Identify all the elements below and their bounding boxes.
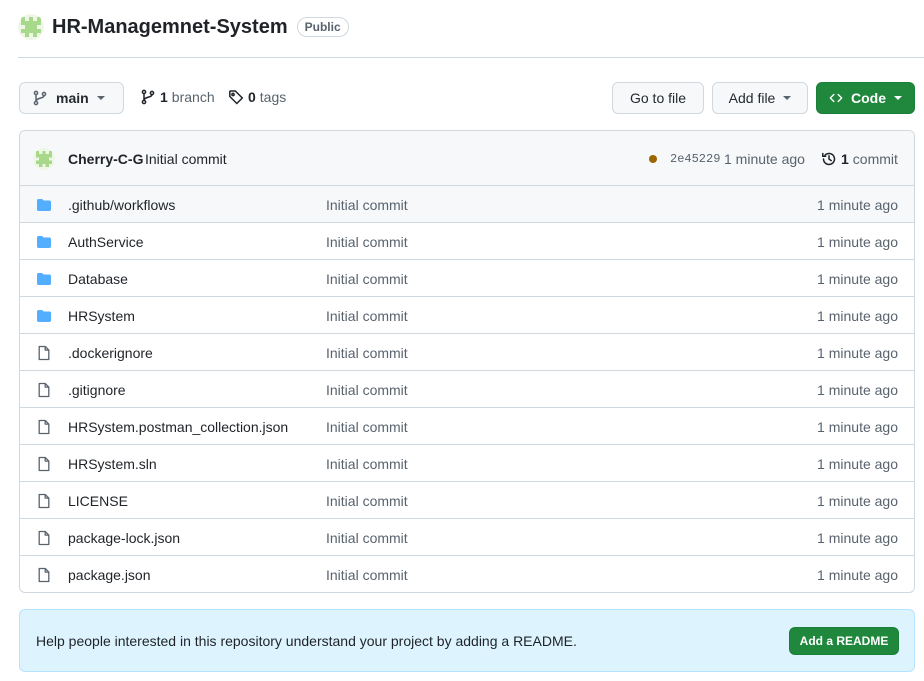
git-branch-icon [141, 89, 155, 105]
code-button[interactable]: Code [816, 82, 915, 114]
file-icon [36, 382, 52, 398]
repo-owner-avatar[interactable] [18, 14, 44, 40]
folder-icon [36, 271, 52, 287]
file-icon [36, 345, 52, 361]
file-name-link[interactable]: .github/workflows [68, 197, 175, 213]
tag-count: 0 [248, 89, 256, 105]
file-list: .github/workflows Initial commit 1 minute … [20, 186, 914, 592]
file-commit-message[interactable]: Initial commit [326, 419, 408, 435]
readme-banner: Help people interested in this repositor… [19, 609, 915, 672]
readme-prompt-text: Help people interested in this repositor… [36, 633, 577, 649]
file-commit-time: 1 minute ago [817, 234, 898, 250]
commit-time: 1 minute ago [724, 151, 805, 167]
file-row[interactable]: LICENSE Initial commit 1 minute ago [20, 482, 914, 519]
file-icon [36, 567, 52, 583]
code-label: Code [851, 90, 886, 106]
file-commit-time: 1 minute ago [817, 567, 898, 583]
chevron-down-icon [894, 96, 902, 100]
file-name-link[interactable]: package-lock.json [68, 530, 180, 546]
file-icon [36, 419, 52, 435]
file-name-link[interactable]: HRSystem.postman_collection.json [68, 419, 288, 435]
file-name-link[interactable]: HRSystem.sln [68, 456, 157, 472]
file-row[interactable]: HRSystem Initial commit 1 minute ago [20, 297, 914, 334]
repo-title[interactable]: HR-Managemnet-System [52, 16, 288, 39]
commit-sha[interactable]: 2e45229 [670, 152, 720, 166]
file-commit-time: 1 minute ago [817, 493, 898, 509]
file-commit-message[interactable]: Initial commit [326, 271, 408, 287]
file-commit-time: 1 minute ago [817, 530, 898, 546]
file-name-link[interactable]: .dockerignore [68, 345, 153, 361]
commit-author[interactable]: Cherry-C-G [68, 151, 143, 167]
file-name-link[interactable]: LICENSE [68, 493, 128, 509]
file-commit-message[interactable]: Initial commit [326, 493, 408, 509]
file-commit-time: 1 minute ago [817, 197, 898, 213]
add-file-button[interactable]: Add file [712, 82, 808, 114]
branch-name: main [56, 90, 89, 106]
branch-select-button[interactable]: main [19, 82, 124, 114]
file-row[interactable]: .dockerignore Initial commit 1 minute ago [20, 334, 914, 371]
file-commit-message[interactable]: Initial commit [326, 456, 408, 472]
latest-commit-bar: Cherry-C-G Initial commit 2e45229 1 minu… [20, 131, 914, 186]
file-row[interactable]: .gitignore Initial commit 1 minute ago [20, 371, 914, 408]
add-readme-button[interactable]: Add a README [789, 627, 899, 655]
history-icon [822, 152, 836, 166]
file-commit-message[interactable]: Initial commit [326, 234, 408, 250]
branch-label: branch [171, 89, 215, 105]
visibility-badge: Public [296, 17, 349, 37]
tags-link[interactable]: 0 tags [228, 89, 286, 105]
commit-author-avatar[interactable] [33, 148, 55, 170]
commit-count: 1 [841, 151, 849, 167]
chevron-down-icon [96, 96, 105, 100]
file-browser: Cherry-C-G Initial commit 2e45229 1 minu… [19, 130, 915, 593]
tag-label: tags [259, 89, 287, 105]
file-commit-message[interactable]: Initial commit [326, 567, 408, 583]
file-commit-message[interactable]: Initial commit [326, 530, 408, 546]
file-icon [36, 493, 52, 509]
file-name-link[interactable]: package.json [68, 567, 151, 583]
file-commit-time: 1 minute ago [817, 308, 898, 324]
commit-status-dot[interactable] [649, 155, 657, 163]
file-row[interactable]: package.json Initial commit 1 minute ago [20, 556, 914, 592]
file-row[interactable]: HRSystem.sln Initial commit 1 minute ago [20, 445, 914, 482]
branch-count: 1 [160, 89, 168, 105]
header-divider [18, 57, 924, 58]
code-icon [829, 93, 843, 103]
file-row[interactable]: HRSystem.postman_collection.json Initial … [20, 408, 914, 445]
go-to-file-button[interactable]: Go to file [612, 82, 704, 114]
file-icon [36, 530, 52, 546]
commit-message[interactable]: Initial commit [145, 151, 227, 167]
branches-link[interactable]: 1 branch [140, 89, 215, 105]
file-name-link[interactable]: AuthService [68, 234, 143, 250]
folder-icon [36, 197, 52, 213]
file-commit-message[interactable]: Initial commit [326, 382, 408, 398]
file-commit-time: 1 minute ago [817, 456, 898, 472]
file-icon [36, 456, 52, 472]
repo-header: HR-Managemnet-System Public [18, 12, 349, 42]
file-commit-message[interactable]: Initial commit [326, 345, 408, 361]
file-commit-message[interactable]: Initial commit [326, 197, 408, 213]
file-name-link[interactable]: Database [68, 271, 128, 287]
folder-icon [36, 234, 52, 250]
file-commit-message[interactable]: Initial commit [326, 308, 408, 324]
file-row[interactable]: Database Initial commit 1 minute ago [20, 260, 914, 297]
file-commit-time: 1 minute ago [817, 271, 898, 287]
file-row[interactable]: package-lock.json Initial commit 1 minute … [20, 519, 914, 556]
add-file-label: Add file [728, 90, 776, 106]
file-commit-time: 1 minute ago [817, 419, 898, 435]
git-branch-icon [33, 90, 47, 106]
folder-icon [36, 308, 52, 324]
file-commit-time: 1 minute ago [817, 382, 898, 398]
file-row[interactable]: AuthService Initial commit 1 minute ago [20, 223, 914, 260]
chevron-down-icon [783, 96, 792, 100]
file-commit-time: 1 minute ago [817, 345, 898, 361]
commit-history-link[interactable]: 1 commit [821, 151, 898, 167]
file-row[interactable]: .github/workflows Initial commit 1 minute … [20, 186, 914, 223]
commit-count-label: commit [852, 151, 898, 167]
file-name-link[interactable]: .gitignore [68, 382, 126, 398]
tag-icon [229, 90, 244, 105]
repo-toolbar: main 1 branch 0 tags Go to file Add file… [19, 82, 915, 115]
file-name-link[interactable]: HRSystem [68, 308, 135, 324]
